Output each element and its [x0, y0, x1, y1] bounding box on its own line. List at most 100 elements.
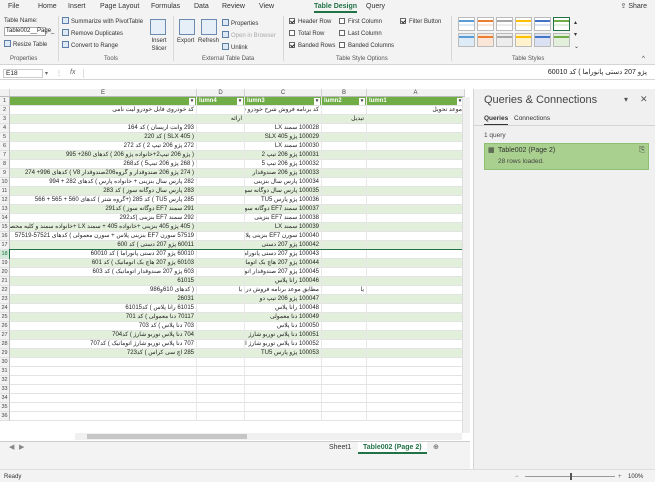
formula-input[interactable]: پژو 207 دستی پانوراما ) کد 60010 [83, 69, 651, 78]
cell-a[interactable] [367, 286, 465, 295]
cell-c[interactable]: 100044 پژو 207 هاچ بک اتوماتیک [245, 259, 322, 268]
cell-d[interactable] [197, 241, 245, 250]
tab-formulas[interactable]: Formulas [151, 3, 180, 10]
cell-a[interactable] [367, 241, 465, 250]
cell-d[interactable] [197, 385, 245, 394]
cell-c[interactable]: 100030 سمند LX [245, 142, 322, 151]
row-header[interactable]: 33 [0, 385, 10, 394]
cell-e[interactable]: ( 405 پژو 405 بنزینی +خانواده 405 + سمند… [10, 223, 197, 232]
cell-e[interactable]: ( کدهای 610و986 [10, 286, 197, 295]
cell-c[interactable] [245, 385, 322, 394]
cell-b[interactable] [322, 268, 367, 277]
row-header[interactable]: 19 [0, 259, 10, 268]
cell-e[interactable]: 603 پژو 207 صندوقدار اتوماتیک ) کد 603 [10, 268, 197, 277]
table-name-input[interactable]: Table002__Page_ [4, 27, 54, 36]
cell-e[interactable]: 282 پارس سال بنزینی + خانواده پارس ) کده… [10, 178, 197, 187]
cell-b[interactable] [322, 187, 367, 196]
cell-c[interactable]: 100038 سمند EF7 بنزینی [245, 214, 322, 223]
cell-e[interactable]: 704 دنا پلاس توربو شارژ ) کد704 [10, 331, 197, 340]
cell-c[interactable] [245, 403, 322, 412]
row-header[interactable]: 7 [0, 151, 10, 160]
cell-d[interactable] [197, 412, 245, 421]
banded-rows-checkbox[interactable]: Banded Rows [289, 42, 335, 50]
row-header[interactable]: 8 [0, 160, 10, 169]
cell-c[interactable]: 100028 سمند LX [245, 124, 322, 133]
zoom-slider-thumb[interactable] [570, 473, 572, 480]
zoom-level[interactable]: 100% [628, 473, 643, 481]
row-header[interactable]: 14 [0, 214, 10, 223]
cell-a[interactable] [367, 232, 465, 241]
cell-d[interactable] [197, 277, 245, 286]
row-header[interactable]: 23 [0, 295, 10, 304]
cell-d[interactable] [197, 331, 245, 340]
cell-e[interactable]: 60011 پژو 207 دستی ) کد 600 [10, 241, 197, 250]
cell-e[interactable]: 61015 [10, 277, 197, 286]
cell-d[interactable] [197, 358, 245, 367]
cell-c[interactable]: 100050 دنا پلاس [245, 322, 322, 331]
zoom-in-icon[interactable]: + [618, 473, 622, 481]
tab-queries[interactable]: Queries [484, 115, 509, 125]
cell-a[interactable] [367, 124, 465, 133]
row-header[interactable]: 25 [0, 313, 10, 322]
cell-b[interactable] [322, 169, 367, 178]
cell-d[interactable] [197, 403, 245, 412]
resize-table-button[interactable]: Resize Table [4, 40, 47, 49]
first-column-checkbox[interactable]: First Column [339, 18, 382, 26]
cell-c[interactable]: 100049 دنا معمولی [245, 313, 322, 322]
cell-b[interactable] [322, 106, 367, 115]
cell-d[interactable] [197, 178, 245, 187]
cell-d[interactable] [197, 259, 245, 268]
cell-d[interactable] [197, 304, 245, 313]
column-header-a[interactable]: A [367, 89, 465, 97]
cell-b[interactable] [322, 313, 367, 322]
horizontal-scroll-thumb[interactable] [87, 434, 247, 439]
banded-columns-checkbox[interactable]: Banded Columns [339, 42, 394, 50]
cell-b[interactable] [322, 412, 367, 421]
cell-d[interactable]: یا [197, 286, 245, 295]
cell-c[interactable]: 100042 پژو 207 دستی [245, 241, 322, 250]
header-cell-d[interactable]: lumn4 [197, 97, 245, 106]
cell-d[interactable] [197, 367, 245, 376]
row-header[interactable]: 26 [0, 322, 10, 331]
style-swatch[interactable] [496, 33, 513, 47]
cell-e[interactable]: 60103 پژو 207 هاچ بک اتوماتیک ) کد 601 [10, 259, 197, 268]
cell-d[interactable] [197, 106, 245, 115]
cell-b[interactable] [322, 250, 367, 259]
row-header[interactable]: 12 [0, 196, 10, 205]
row-header[interactable]: 30 [0, 358, 10, 367]
cell-a[interactable] [367, 412, 465, 421]
cell-d[interactable] [197, 340, 245, 349]
cell-e[interactable] [10, 358, 197, 367]
cell-b[interactable] [322, 304, 367, 313]
cell-b[interactable]: یا [322, 286, 367, 295]
cell-d[interactable] [197, 349, 245, 358]
unlink-button[interactable]: Unlink [222, 43, 248, 52]
cell-c[interactable] [245, 394, 322, 403]
row-header[interactable]: 10 [0, 178, 10, 187]
vertical-scrollbar[interactable] [462, 97, 470, 433]
cell-a[interactable] [367, 304, 465, 313]
cell-a[interactable] [367, 169, 465, 178]
row-header[interactable]: 1 [0, 97, 10, 106]
row-header[interactable]: 28 [0, 340, 10, 349]
cell-e[interactable]: ( 268 پژو 206 تیپ5 ) کد268 [10, 160, 197, 169]
cell-a[interactable] [367, 187, 465, 196]
row-header[interactable]: 9 [0, 169, 10, 178]
style-swatch[interactable] [534, 33, 551, 47]
gallery-up-icon[interactable]: ▴ [574, 19, 577, 27]
tab-query[interactable]: Query [366, 3, 385, 10]
cell-e[interactable]: ( 274 پژو 206 صندوقدار و گروه206صندوقدار… [10, 169, 197, 178]
row-header[interactable]: 3 [0, 115, 10, 124]
cell-c[interactable]: 100047 پژو 206 تیپ دو [245, 295, 322, 304]
cell-a[interactable] [367, 223, 465, 232]
open-in-browser-button[interactable]: Open in Browser [222, 31, 276, 40]
cell-e[interactable]: ( پژو 206 تیپ2+خانواده پژو 206 ) کدهای 2… [10, 151, 197, 160]
cell-c[interactable] [245, 412, 322, 421]
sheet-nav-next-icon[interactable]: ▶ [14, 442, 29, 454]
cell-e[interactable] [10, 412, 197, 421]
style-swatch-selected[interactable] [553, 17, 570, 31]
cell-b[interactable] [322, 196, 367, 205]
cell-a[interactable] [367, 214, 465, 223]
column-header-c[interactable]: C [245, 89, 322, 97]
gallery-down-icon[interactable]: ▾ [574, 31, 577, 39]
